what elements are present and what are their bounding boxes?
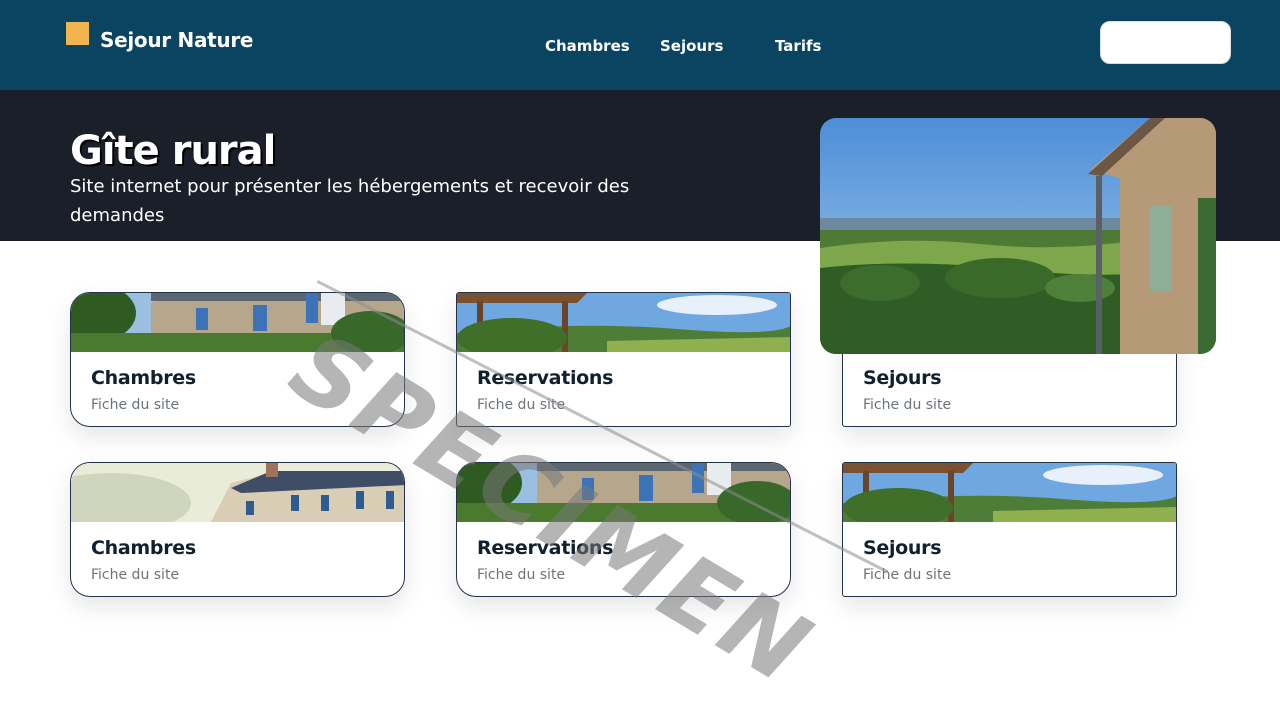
countryside-pergola-photo bbox=[457, 293, 790, 352]
card-title: Sejours bbox=[863, 537, 942, 559]
card-subtitle: Fiche du site bbox=[863, 567, 952, 583]
header-cta-button[interactable] bbox=[1100, 21, 1231, 64]
card-chambres[interactable]: Chambres Fiche du site bbox=[70, 292, 405, 427]
nav-link-tarifs[interactable]: Tarifs bbox=[775, 37, 821, 55]
card-title: Sejours bbox=[863, 367, 942, 389]
card-title: Chambres bbox=[91, 537, 196, 559]
manor-house-photo bbox=[71, 463, 404, 522]
brand-name[interactable]: Sejour Nature bbox=[100, 28, 254, 52]
logo-icon bbox=[66, 22, 89, 45]
card-subtitle: Fiche du site bbox=[91, 397, 180, 413]
card-reservations[interactable]: Reservations Fiche du site bbox=[456, 292, 791, 427]
card-reservations[interactable]: Reservations Fiche du site bbox=[456, 462, 791, 597]
hero-landscape-photo bbox=[820, 118, 1216, 354]
top-navigation-bar: Sejour Nature Chambres Sejours Tarifs bbox=[0, 0, 1280, 90]
card-subtitle: Fiche du site bbox=[863, 397, 952, 413]
card-title: Reservations bbox=[477, 537, 614, 559]
card-sejours[interactable]: Sejours Fiche du site bbox=[842, 462, 1177, 597]
hero-title: Gîte rural bbox=[70, 128, 276, 174]
card-title: Reservations bbox=[477, 367, 614, 389]
hero-subtitle: Site internet pour présenter les héberge… bbox=[70, 176, 630, 226]
nav-link-sejours[interactable]: Sejours bbox=[660, 37, 723, 55]
countryside-pergola-photo bbox=[843, 463, 1176, 522]
stone-house-photo bbox=[457, 463, 790, 522]
card-subtitle: Fiche du site bbox=[91, 567, 180, 583]
nav-link-chambres[interactable]: Chambres bbox=[545, 37, 630, 55]
card-title: Chambres bbox=[91, 367, 196, 389]
card-subtitle: Fiche du site bbox=[477, 567, 566, 583]
card-chambres[interactable]: Chambres Fiche du site bbox=[70, 462, 405, 597]
